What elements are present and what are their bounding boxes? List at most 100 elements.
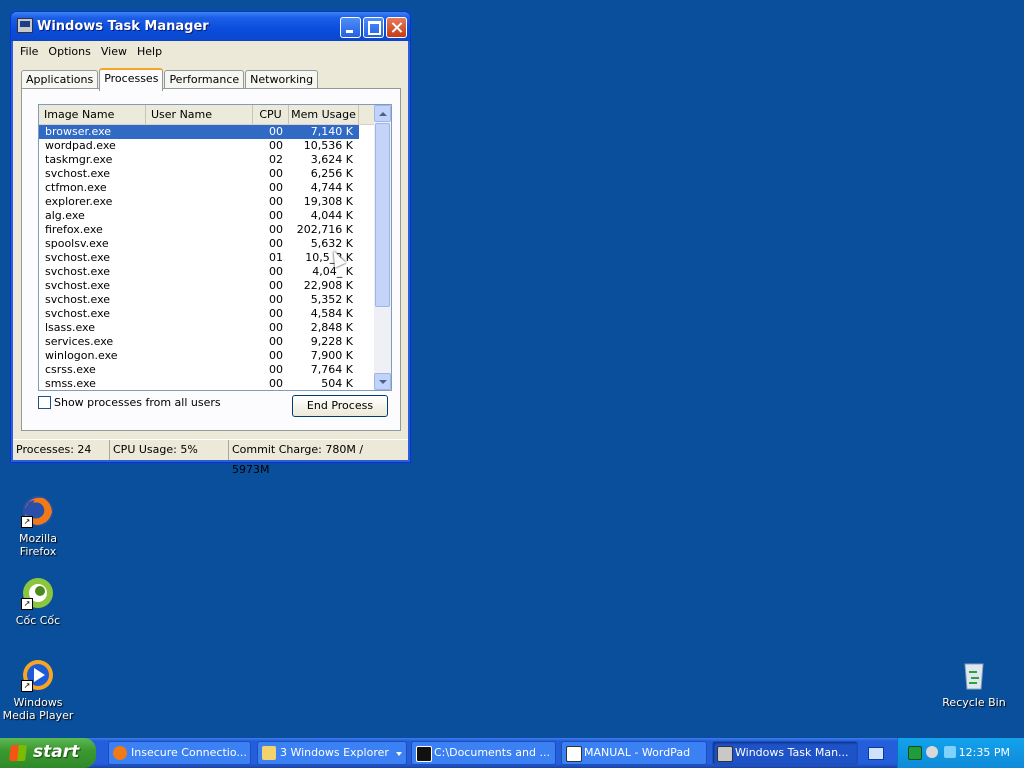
process-name-cell: winlogon.exe: [45, 349, 118, 362]
table-row[interactable]: ctfmon.exe 00 4,744 K: [39, 181, 373, 195]
process-user-cell: [146, 153, 253, 167]
desktop-icon-label: Cốc Cốc: [15, 614, 61, 627]
tab-processes[interactable]: Processes: [99, 68, 164, 91]
tab-applications[interactable]: Applications: [21, 70, 99, 90]
taskbar-item-7zip[interactable]: C:\Documents and ...: [411, 741, 556, 765]
table-row[interactable]: spoolsv.exe 00 5,632 K: [39, 237, 373, 251]
speaker-icon[interactable]: [926, 746, 938, 758]
process-mem-cell: 5,632 K: [310, 237, 353, 250]
process-cpu-cell: 00: [269, 265, 283, 278]
menu-options[interactable]: Options: [43, 45, 95, 58]
tab-performance[interactable]: Performance: [164, 70, 245, 90]
process-mem-cell: 9,228 K: [310, 335, 353, 348]
desktop-icon-coccoc[interactable]: ↗ Cốc Cốc: [0, 576, 76, 627]
process-name-cell: svchost.exe: [45, 167, 111, 180]
window-title: Windows Task Manager: [37, 19, 209, 34]
process-cpu-cell: 00: [269, 377, 283, 390]
process-user-cell: [146, 279, 253, 293]
table-row[interactable]: wordpad.exe 00 10,536 K: [39, 139, 373, 153]
column-header-mem-usage[interactable]: Mem Usage: [289, 105, 359, 124]
process-mem-cell: 10,536 K: [303, 139, 353, 152]
desktop-icon-recycle-bin[interactable]: Recycle Bin: [936, 658, 1012, 709]
system-tray: 12:35 PM: [897, 738, 1024, 768]
menu-help[interactable]: Help: [132, 45, 167, 58]
table-row[interactable]: csrss.exe 00 7,764 K: [39, 363, 373, 377]
title-bar[interactable]: Windows Task Manager: [11, 12, 410, 41]
task-manager-window: Windows Task Manager File Options View H…: [10, 11, 411, 476]
folder-icon: [262, 746, 276, 760]
column-header-user-name[interactable]: User Name: [146, 105, 253, 124]
taskbar-item-task-manager[interactable]: Windows Task Man...: [712, 741, 858, 765]
media-player-icon: ↗: [21, 658, 55, 692]
table-row[interactable]: svchost.exe 01 10,5_8 K: [39, 251, 373, 265]
end-process-button[interactable]: End Process: [292, 395, 388, 417]
list-header: Image Name User Name CPU Mem Usage: [39, 105, 391, 125]
process-user-cell: [146, 195, 253, 209]
process-user-cell: [146, 251, 253, 265]
chevron-down-icon: [396, 752, 402, 756]
column-header-image-name[interactable]: Image Name: [39, 105, 146, 124]
process-mem-cell: 7,140 K: [289, 125, 359, 139]
table-row[interactable]: services.exe 00 9,228 K: [39, 335, 373, 349]
process-user-cell: [146, 321, 253, 335]
process-cpu-cell: 00: [269, 237, 283, 250]
tab-networking[interactable]: Networking: [245, 70, 319, 90]
process-cpu-cell: 00: [269, 139, 283, 152]
process-cpu-cell: 00: [269, 195, 283, 208]
table-row[interactable]: alg.exe 00 4,044 K: [39, 209, 373, 223]
table-row[interactable]: svchost.exe 00 5,352 K: [39, 293, 373, 307]
close-button[interactable]: [386, 17, 407, 38]
checkbox-box[interactable]: [38, 396, 51, 409]
show-all-users-checkbox[interactable]: Show processes from all users: [38, 396, 221, 409]
status-bar: Processes: 24 CPU Usage: 5% Commit Charg…: [13, 439, 408, 476]
table-row[interactable]: taskmgr.exe 02 3,624 K: [39, 153, 373, 167]
column-header-cpu[interactable]: CPU: [253, 105, 289, 124]
process-user-cell: [146, 223, 253, 237]
desktop-icon-firefox[interactable]: ↗ Mozilla Firefox: [0, 494, 76, 558]
start-button[interactable]: start: [0, 738, 96, 768]
table-row[interactable]: lsass.exe 00 2,848 K: [39, 321, 373, 335]
table-row[interactable]: svchost.exe 00 4,584 K: [39, 307, 373, 321]
process-cpu-cell: 00: [269, 279, 283, 292]
desktop-icon-label: Mozilla Firefox: [19, 532, 57, 558]
scroll-down-button[interactable]: [374, 373, 391, 390]
maximize-button[interactable]: [363, 17, 384, 38]
process-mem-cell: 22,908 K: [303, 279, 353, 292]
taskbar-item-explorer[interactable]: 3 Windows Explorer: [257, 741, 407, 765]
table-row[interactable]: smss.exe 00 504 K: [39, 377, 373, 390]
process-mem-cell: 202,716 K: [296, 223, 353, 236]
table-row[interactable]: firefox.exe 00 202,716 K: [39, 223, 373, 237]
table-row[interactable]: svchost.exe 00 4,04_ K: [39, 265, 373, 279]
table-row[interactable]: svchost.exe 00 6,256 K: [39, 167, 373, 181]
desktop-icon-label: Recycle Bin: [942, 696, 1006, 709]
scroll-thumb[interactable]: [375, 123, 390, 307]
table-row[interactable]: browser.exe 00 7,140 K: [39, 125, 359, 139]
process-mem-cell: 5,352 K: [310, 293, 353, 306]
scroll-up-button[interactable]: [374, 105, 391, 122]
table-row[interactable]: explorer.exe 00 19,308 K: [39, 195, 373, 209]
network-icon[interactable]: [944, 746, 956, 758]
desktop-icon-media-player[interactable]: ↗ Windows Media Player: [0, 658, 76, 722]
taskbar-item-firefox[interactable]: Insecure Connectio...: [108, 741, 251, 765]
clock[interactable]: 12:35 PM: [959, 746, 1010, 759]
vertical-scrollbar[interactable]: [374, 105, 391, 390]
process-name-cell: alg.exe: [45, 209, 85, 222]
process-user-cell: [146, 363, 253, 377]
menu-file[interactable]: File: [15, 45, 43, 58]
start-label: start: [33, 742, 80, 762]
green-tray-icon[interactable]: [908, 746, 922, 760]
minimize-button[interactable]: [340, 17, 361, 38]
menu-view[interactable]: View: [96, 45, 132, 58]
process-user-cell: [146, 237, 253, 251]
taskbar-item-label: C:\Documents and ...: [434, 746, 550, 759]
keyboard-icon[interactable]: [868, 747, 884, 760]
process-mem-cell: 4,584 K: [310, 307, 353, 320]
table-row[interactable]: svchost.exe 00 22,908 K: [39, 279, 373, 293]
table-row[interactable]: winlogon.exe 00 7,900 K: [39, 349, 373, 363]
process-cpu-cell: 00: [269, 307, 283, 320]
process-name-cell: firefox.exe: [45, 223, 103, 236]
firefox-icon: ↗: [21, 494, 55, 528]
process-mem-cell: 4,744 K: [310, 181, 353, 194]
taskbar-item-wordpad[interactable]: MANUAL - WordPad: [561, 741, 707, 765]
wordpad-icon: [566, 746, 582, 762]
